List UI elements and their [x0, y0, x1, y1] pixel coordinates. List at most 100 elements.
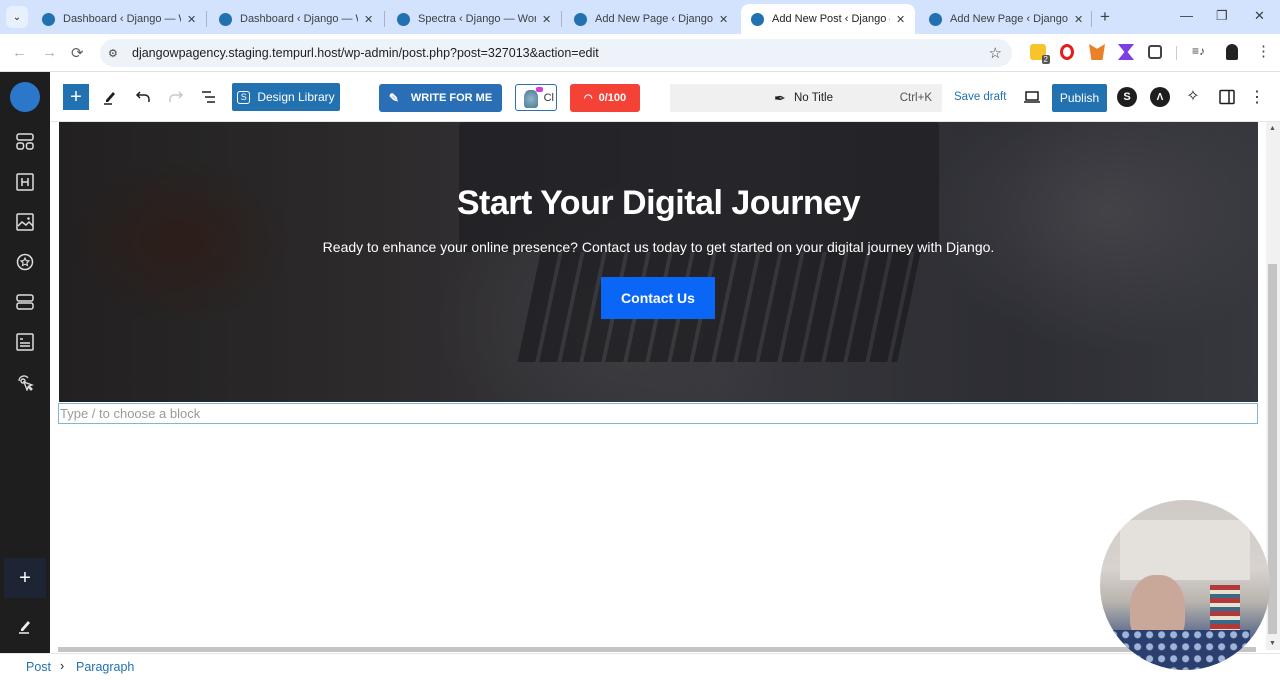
cursor-click-icon[interactable]	[15, 372, 35, 392]
ai-badge-text: Cl	[543, 91, 554, 104]
wordpress-favicon-icon	[42, 12, 55, 26]
browser-tabstrip: ⌄ Dashboard ‹ Django — W ✕ Dashboard ‹ D…	[0, 0, 1280, 34]
tab-close-icon[interactable]: ✕	[364, 13, 373, 26]
write-for-me-button[interactable]: ✎ WRITE FOR ME	[379, 84, 502, 112]
block-inserter-button[interactable]: +	[63, 84, 89, 110]
ai-avatar-icon	[524, 90, 538, 108]
spectra-logo-icon: S	[237, 90, 251, 104]
breadcrumb-paragraph[interactable]: Paragraph	[76, 660, 134, 674]
gauge-icon: ◠	[583, 92, 593, 104]
save-draft-button[interactable]: Save draft	[954, 91, 1006, 103]
extension-badge: 2	[1041, 55, 1050, 64]
wordpress-favicon-icon	[751, 12, 764, 26]
browser-tab[interactable]: Add New Page ‹ Django — ✕	[919, 4, 1093, 34]
scroll-up-arrow-icon[interactable]: ▲	[1269, 125, 1276, 132]
info-box-icon[interactable]	[15, 332, 35, 352]
back-button[interactable]: ←	[12, 44, 27, 61]
breadcrumb-post[interactable]: Post	[26, 660, 51, 674]
tab-divider	[384, 11, 385, 27]
editor-toolbar: + S Design Library ✎ WRITE FOR ME Cl ◠ 0…	[50, 72, 1280, 122]
webcam-cabinets	[1120, 520, 1250, 580]
publish-button[interactable]: Publish	[1052, 84, 1107, 112]
paragraph-block[interactable]: Type / to choose a block	[58, 403, 1258, 424]
webcam-overlay	[1100, 500, 1270, 670]
patterns-icon[interactable]	[15, 132, 35, 152]
cta-hero-section[interactable]: Start Your Digital Journey Ready to enha…	[59, 122, 1258, 402]
feather-icon: ✒	[774, 89, 786, 106]
tab-title: Add New Page ‹ Django —	[950, 13, 1068, 25]
ai-assistant-button[interactable]: Cl	[515, 84, 557, 111]
ai-sparkle-icon[interactable]: ✧	[1183, 86, 1203, 106]
sidebar-add-button[interactable]: +	[4, 558, 46, 598]
tab-close-icon[interactable]: ✕	[187, 13, 196, 26]
tab-divider	[561, 11, 562, 27]
scroll-down-arrow-icon[interactable]: ▼	[1269, 640, 1276, 647]
icon-block-icon[interactable]	[15, 252, 35, 272]
chat-bubble-icon	[536, 87, 543, 92]
image-block-icon[interactable]	[15, 212, 35, 232]
command-palette-bar[interactable]: ✒ No Title Ctrl+K	[670, 84, 942, 112]
new-tab-button[interactable]: +	[1100, 7, 1110, 27]
hero-heading[interactable]: Start Your Digital Journey	[59, 184, 1258, 223]
tab-close-icon[interactable]: ✕	[896, 13, 905, 26]
document-overview-icon[interactable]	[199, 86, 219, 108]
tab-title: Spectra ‹ Django — WordP	[418, 13, 536, 25]
tab-title: Dashboard ‹ Django — W	[63, 13, 181, 25]
pencil-icon: ✎	[388, 91, 399, 105]
restore-button[interactable]: ❐	[1216, 8, 1228, 24]
options-menu-icon[interactable]: ⋮	[1249, 86, 1265, 108]
opera-extension-icon[interactable]	[1060, 44, 1074, 60]
seo-score-button[interactable]: ◠ 0/100	[570, 84, 640, 112]
browser-tab[interactable]: Dashboard ‹ Django — W ✕	[32, 4, 206, 34]
tab-divider	[1091, 11, 1092, 27]
tab-title: Add New Post ‹ Django —	[772, 13, 890, 25]
command-shortcut: Ctrl+K	[899, 92, 932, 104]
forward-button[interactable]: →	[42, 44, 57, 61]
notes-extension-icon[interactable]: 2	[1030, 44, 1050, 64]
contact-us-button[interactable]: Contact Us	[601, 277, 715, 319]
browser-menu-icon[interactable]: ⋮	[1256, 42, 1271, 60]
extensions-puzzle-icon[interactable]	[1148, 45, 1162, 59]
redo-icon[interactable]	[166, 86, 186, 108]
close-window-button[interactable]: ✕	[1254, 8, 1265, 24]
tab-close-icon[interactable]: ✕	[542, 13, 551, 26]
media-control-icon[interactable]: ≡♪	[1192, 44, 1208, 60]
tools-pen-icon[interactable]	[100, 86, 120, 108]
horizontal-scrollbar[interactable]	[58, 647, 1256, 652]
undo-icon[interactable]	[133, 86, 153, 108]
settings-sidebar-toggle-icon[interactable]	[1217, 87, 1237, 107]
container-block-icon[interactable]	[15, 292, 35, 312]
hero-subtitle[interactable]: Ready to enhance your online presence? C…	[59, 239, 1258, 255]
reload-button[interactable]: ⟳	[71, 44, 84, 62]
browser-tab[interactable]: Spectra ‹ Django — WordP ✕	[387, 4, 561, 34]
site-logo[interactable]	[10, 82, 40, 112]
bookmark-star-icon[interactable]: ☆	[989, 44, 1002, 62]
browser-tab[interactable]: Add New Page ‹ Django — ✕	[564, 4, 738, 34]
address-bar[interactable]: ⚙ djangowpagency.staging.tempurl.host/wp…	[100, 39, 1012, 67]
design-library-button[interactable]: S Design Library	[232, 83, 340, 111]
tab-divider	[206, 11, 207, 27]
tab-title: Add New Page ‹ Django —	[595, 13, 713, 25]
tab-search-button[interactable]: ⌄	[6, 6, 28, 28]
site-info-icon[interactable]: ⚙	[108, 47, 128, 60]
tab-close-icon[interactable]: ✕	[719, 13, 728, 26]
wordpress-favicon-icon	[397, 12, 410, 26]
astra-icon[interactable]: Λ	[1150, 87, 1170, 107]
profile-avatar[interactable]	[1226, 44, 1238, 60]
write-for-me-label: WRITE FOR ME	[410, 92, 493, 104]
metamask-extension-icon[interactable]	[1089, 44, 1105, 60]
preview-device-icon[interactable]	[1022, 88, 1042, 106]
url-text: djangowpagency.staging.tempurl.host/wp-a…	[132, 46, 599, 60]
spectra-icon[interactable]: S	[1117, 87, 1137, 107]
chevron-down-icon: ⌄	[12, 11, 22, 23]
hourglass-extension-icon[interactable]	[1118, 44, 1134, 60]
document-title: No Title	[794, 92, 833, 104]
heading-block-icon[interactable]	[15, 172, 35, 192]
browser-tab-active[interactable]: Add New Post ‹ Django — ✕	[741, 4, 916, 34]
minimize-button[interactable]: —	[1180, 8, 1193, 23]
design-library-label: Design Library	[257, 90, 335, 104]
tab-close-icon[interactable]: ✕	[1074, 13, 1083, 26]
wordpress-favicon-icon	[219, 12, 232, 26]
browser-tab[interactable]: Dashboard ‹ Django — W ✕	[209, 4, 383, 34]
edit-pen-icon[interactable]	[15, 616, 35, 636]
